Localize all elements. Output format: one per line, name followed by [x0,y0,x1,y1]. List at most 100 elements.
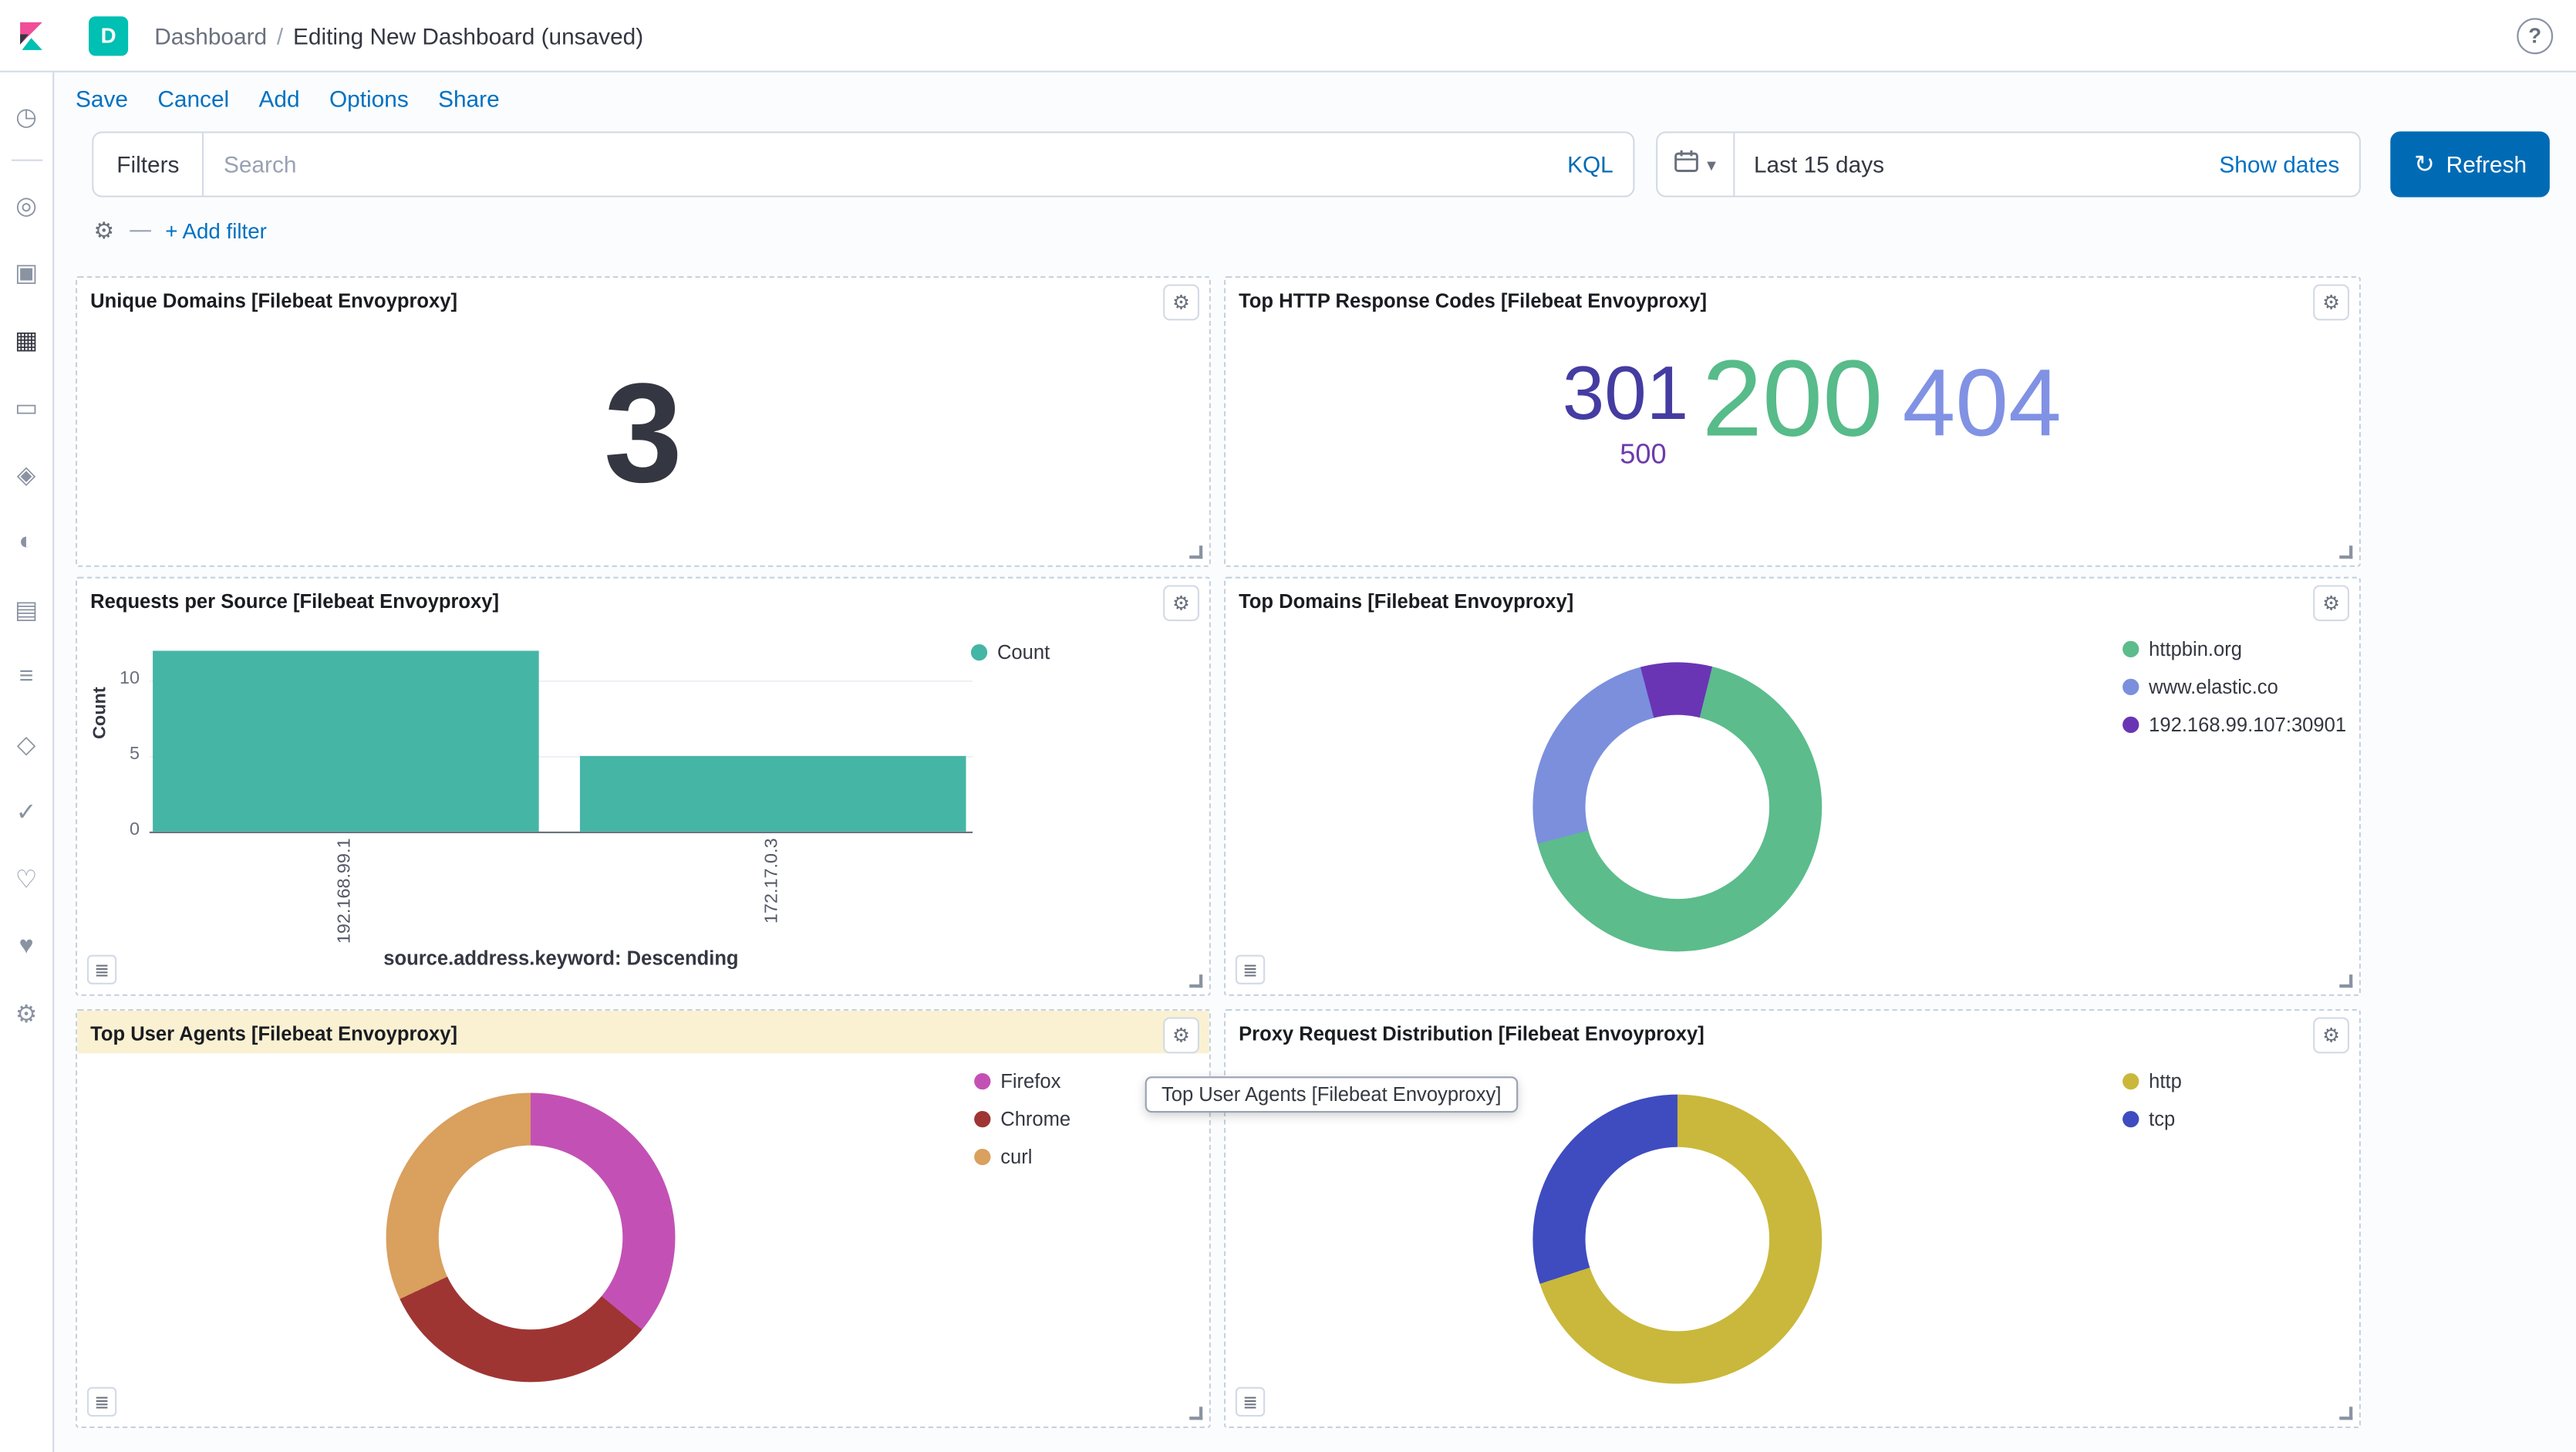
legend-label: www.elastic.co [2149,675,2278,698]
sidebar-item-discover[interactable]: ◎ [0,171,53,238]
filter-options-gear-icon[interactable]: ⚙ [93,217,114,245]
x-tick-label: 192.168.99.1 [334,838,354,944]
cancel-button[interactable]: Cancel [157,86,229,112]
space-avatar[interactable]: D [89,15,128,55]
breadcrumb-dashboard[interactable]: Dashboard [154,22,267,49]
panel-options-gear-icon[interactable]: ⚙ [1163,1018,1199,1054]
legend-toggle-icon[interactable]: ≣ [87,1387,116,1417]
sidebar-item-uptime[interactable]: ✓ [0,778,53,845]
tag-301[interactable]: 301 [1563,355,1688,431]
bar-192.168.99.1[interactable] [153,651,539,832]
options-button[interactable]: Options [329,86,409,112]
panel-resize-handle[interactable] [1189,974,1202,988]
siem-icon: ♡ [15,863,38,893]
visualize-icon: ▣ [15,257,38,286]
sidebar-item-visualize[interactable]: ▣ [0,238,53,306]
y-tick-label: 0 [84,820,140,840]
legend-item-Firefox[interactable]: Firefox [974,1070,1071,1093]
legend-item-http[interactable]: http [2123,1070,2182,1093]
bar-chart: Count source.address.keyword: Descending… [77,579,1209,994]
donut-proxy-distribution[interactable] [1532,1095,1822,1384]
legend-dot [2123,1111,2139,1127]
panel-header: Top Domains [Filebeat Envoyproxy] ⚙ [1226,579,2359,621]
panel-resize-handle[interactable] [2339,545,2352,559]
kql-button[interactable]: KQL [1548,151,1634,177]
calendar-dropdown[interactable]: ▾ [1657,133,1734,196]
legend-item-httpbin.org[interactable]: httpbin.org [2123,637,2346,660]
panel-requests-per-source: Requests per Source [Filebeat Envoyproxy… [76,577,1211,996]
legend-toggle-icon[interactable]: ≣ [1236,955,1265,984]
tag-404[interactable]: 404 [1903,356,2062,452]
refresh-button[interactable]: ↻ Refresh [2391,131,2550,197]
show-dates-button[interactable]: Show dates [2200,151,2359,177]
sidebar-item-canvas[interactable]: ▭ [0,373,53,441]
save-button[interactable]: Save [76,86,128,112]
y-tick-label: 10 [84,669,140,689]
sidebar-item-maps[interactable]: ◈ [0,441,53,508]
chevron-down-icon: ▾ [1707,154,1716,175]
legend-item-Count[interactable]: Count [971,641,1050,664]
app-sidebar: ◷ ◎ ▣ ▦ ▭ ◈◐▤≡◇✓ ♡ ♥⚙ [0,73,54,1452]
sidebar-item-monitoring[interactable]: ♥ [0,912,53,979]
panel-title: Top Domains [Filebeat Envoyproxy] [1239,590,2303,616]
legend-toggle-icon[interactable]: ≣ [1236,1387,1265,1417]
sidebar-item-recently-viewed[interactable]: ◷ [0,83,53,150]
panel-resize-handle[interactable] [2339,1406,2352,1420]
legend-item-www.elastic.co[interactable]: www.elastic.co [2123,675,2346,698]
metric-value: 3 [77,363,1209,505]
filters-button[interactable]: Filters [93,133,204,196]
search-input[interactable] [204,133,1547,196]
kibana-logo-icon[interactable] [16,21,46,50]
legend-label: Firefox [1000,1070,1060,1093]
x-tick-label: 172.17.0.3 [761,838,781,924]
legend-label: Chrome [1000,1108,1071,1131]
panel-title-tooltip: Top User Agents [Filebeat Envoyproxy] [1145,1076,1518,1113]
dashboard-actions: Save Cancel Add Options Share [76,86,500,112]
add-button[interactable]: Add [259,86,300,112]
time-range-value[interactable]: Last 15 days [1734,151,2199,177]
breadcrumb-current: Editing New Dashboard (unsaved) [293,22,643,49]
x-axis-title: source.address.keyword: Descending [150,947,973,970]
panel-resize-handle[interactable] [2339,974,2352,988]
sidebar-item-management[interactable]: ⚙ [0,980,53,1047]
tag-200[interactable]: 200 [1702,343,1883,452]
tag-cloud: 301200404 500 [1226,278,2359,566]
sidebar-item-siem[interactable]: ♡ [0,845,53,912]
dashboard-icon: ▦ [15,325,38,354]
canvas-icon: ▭ [15,392,38,421]
sidebar-item-infrastructure[interactable]: ▤ [0,576,53,643]
donut-top-user-agents[interactable] [386,1093,676,1383]
top-bar: D Dashboard / Editing New Dashboard (uns… [0,0,2576,73]
legend-toggle-icon[interactable]: ≣ [87,955,116,984]
help-icon[interactable]: ? [2517,17,2553,53]
panel-resize-handle[interactable] [1189,1406,1202,1420]
add-filter-button[interactable]: + Add filter [165,218,267,243]
legend-item-Chrome[interactable]: Chrome [974,1108,1071,1131]
bar-legend: Count [971,641,1050,664]
filter-controls: ⚙ + Add filter [93,217,266,245]
panel-response-codes: Top HTTP Response Codes [Filebeat Envoyp… [1224,276,2361,567]
share-button[interactable]: Share [438,86,500,112]
sidebar-item-logs[interactable]: ≡ [0,643,53,710]
panel-options-gear-icon[interactable]: ⚙ [2313,1018,2349,1054]
sidebar-item-dashboard[interactable]: ▦ [0,306,53,373]
sidebar-item-machine-learning[interactable]: ◐ [0,508,53,575]
sidebar-item-apm[interactable]: ◇ [0,710,53,777]
legend-item-curl[interactable]: curl [974,1146,1071,1169]
legend-label: curl [1000,1146,1032,1169]
legend-dot [974,1149,990,1165]
panel-title: Top User Agents [Filebeat Envoyproxy] [90,1022,1153,1048]
panel-resize-handle[interactable] [1189,545,1202,559]
legend-item-tcp[interactable]: tcp [2123,1108,2182,1131]
donut-top-domains[interactable] [1532,662,1822,951]
legend-dot [974,1111,990,1127]
tag-500[interactable]: 500 [1620,441,1666,468]
legend-dot [2123,679,2139,695]
discover-icon: ◎ [15,190,37,219]
panel-top-user-agents: Top User Agents [Filebeat Envoyproxy] ⚙ … [76,1009,1211,1428]
y-tick-label: 5 [84,745,140,765]
bar-172.17.0.3[interactable] [580,756,966,832]
panel-options-gear-icon[interactable]: ⚙ [2313,585,2349,621]
legend-item-192.168.99.107:30901[interactable]: 192.168.99.107:30901 [2123,713,2346,736]
panel-options-gear-icon[interactable]: ⚙ [1163,285,1199,321]
